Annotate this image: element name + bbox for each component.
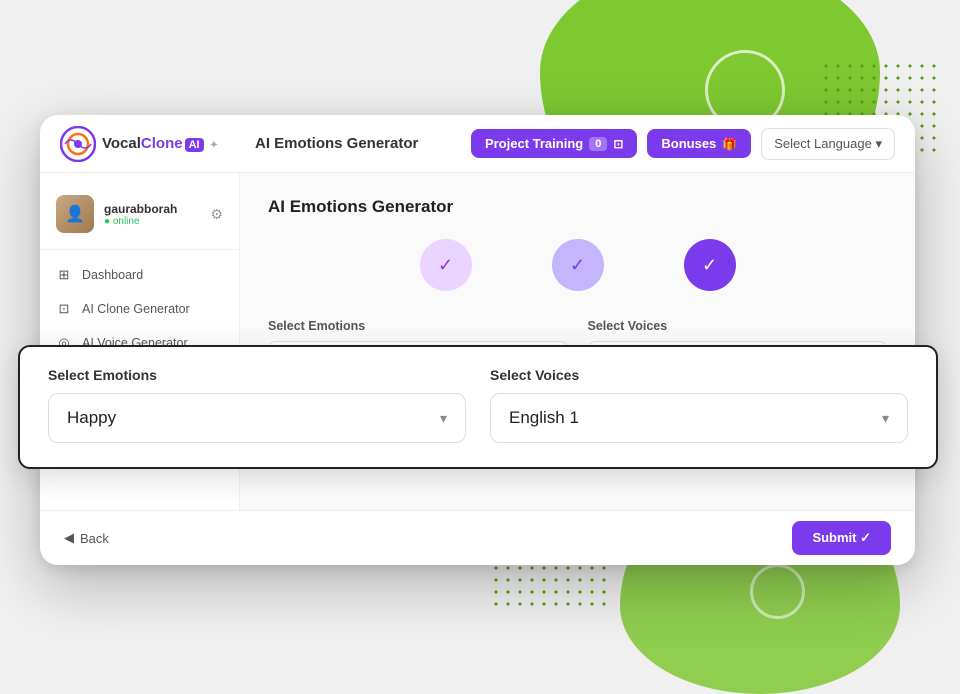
- tooltip-voices-select[interactable]: English 1 ▾: [490, 393, 908, 443]
- settings-icon[interactable]: ⚙: [210, 206, 223, 223]
- bonuses-button[interactable]: Bonuses 🎁: [647, 129, 751, 158]
- back-arrow-icon: ◀: [64, 530, 74, 546]
- bonuses-icon: 🎁: [722, 137, 737, 151]
- bonuses-label: Bonuses: [661, 136, 716, 151]
- circle-outline-bottom: [750, 564, 805, 619]
- step-indicators: ✓ ✓ ✓: [268, 239, 887, 291]
- submit-label: Submit ✓: [812, 530, 871, 546]
- project-training-badge: 0: [589, 137, 607, 151]
- tooltip-emotions-value: Happy: [67, 408, 116, 428]
- logo-text: VocalCloneAI ✦: [102, 135, 218, 152]
- main-window: VocalCloneAI ✦ AI Emotions Generator Pro…: [40, 115, 915, 565]
- project-training-icon: ⊡: [613, 137, 623, 151]
- step-2: ✓: [552, 239, 604, 291]
- emotions-label: Select Emotions: [268, 319, 568, 333]
- chevron-down-icon: ▾: [875, 136, 882, 151]
- sidebar-item-clone-generator[interactable]: ⊡ AI Clone Generator: [40, 292, 239, 326]
- tooltip-voices-group: Select Voices English 1 ▾: [490, 367, 908, 443]
- back-button[interactable]: ◀ Back: [64, 530, 109, 546]
- select-language-label: Select Language: [774, 136, 872, 151]
- dashboard-icon: ⊞: [56, 267, 72, 283]
- tooltip-emotions-select[interactable]: Happy ▾: [48, 393, 466, 443]
- back-label: Back: [80, 531, 109, 546]
- user-info: 👤 gaurabborah ● online ⚙: [40, 187, 239, 250]
- select-language-button[interactable]: Select Language ▾: [761, 128, 895, 160]
- logo-area: VocalCloneAI ✦: [60, 126, 255, 162]
- topbar: VocalCloneAI ✦ AI Emotions Generator Pro…: [40, 115, 915, 173]
- tooltip-emotions-label: Select Emotions: [48, 367, 466, 383]
- user-status: ● online: [104, 216, 200, 227]
- chevron-down-icon: ▾: [882, 410, 889, 427]
- logo-icon: [60, 126, 96, 162]
- topbar-actions: Project Training 0 ⊡ Bonuses 🎁 Select La…: [471, 128, 895, 160]
- tooltip-voices-value: English 1: [509, 408, 579, 428]
- tooltip-voices-label: Select Voices: [490, 367, 908, 383]
- bottom-bar: ◀ Back Submit ✓: [40, 510, 915, 565]
- tooltip-row: Select Emotions Happy ▾ Select Voices En…: [48, 367, 908, 443]
- user-name: gaurabborah: [104, 202, 200, 216]
- voices-label: Select Voices: [588, 319, 888, 333]
- sidebar-item-dashboard[interactable]: ⊞ Dashboard: [40, 258, 239, 292]
- clone-generator-icon: ⊡: [56, 301, 72, 317]
- step-3: ✓: [684, 239, 736, 291]
- tooltip-overlay: Select Emotions Happy ▾ Select Voices En…: [18, 345, 938, 469]
- project-training-button[interactable]: Project Training 0 ⊡: [471, 129, 637, 158]
- avatar: 👤: [56, 195, 94, 233]
- topbar-title: AI Emotions Generator: [255, 135, 471, 152]
- sidebar-item-label: Dashboard: [82, 268, 143, 282]
- sidebar-item-label: AI Clone Generator: [82, 302, 190, 316]
- user-details: gaurabborah ● online: [104, 202, 200, 227]
- submit-button[interactable]: Submit ✓: [792, 521, 891, 555]
- step-1: ✓: [420, 239, 472, 291]
- page-title: AI Emotions Generator: [268, 197, 887, 217]
- avatar-inner: 👤: [56, 195, 94, 233]
- chevron-down-icon: ▾: [440, 410, 447, 427]
- project-training-label: Project Training: [485, 136, 583, 151]
- tooltip-emotions-group: Select Emotions Happy ▾: [48, 367, 466, 443]
